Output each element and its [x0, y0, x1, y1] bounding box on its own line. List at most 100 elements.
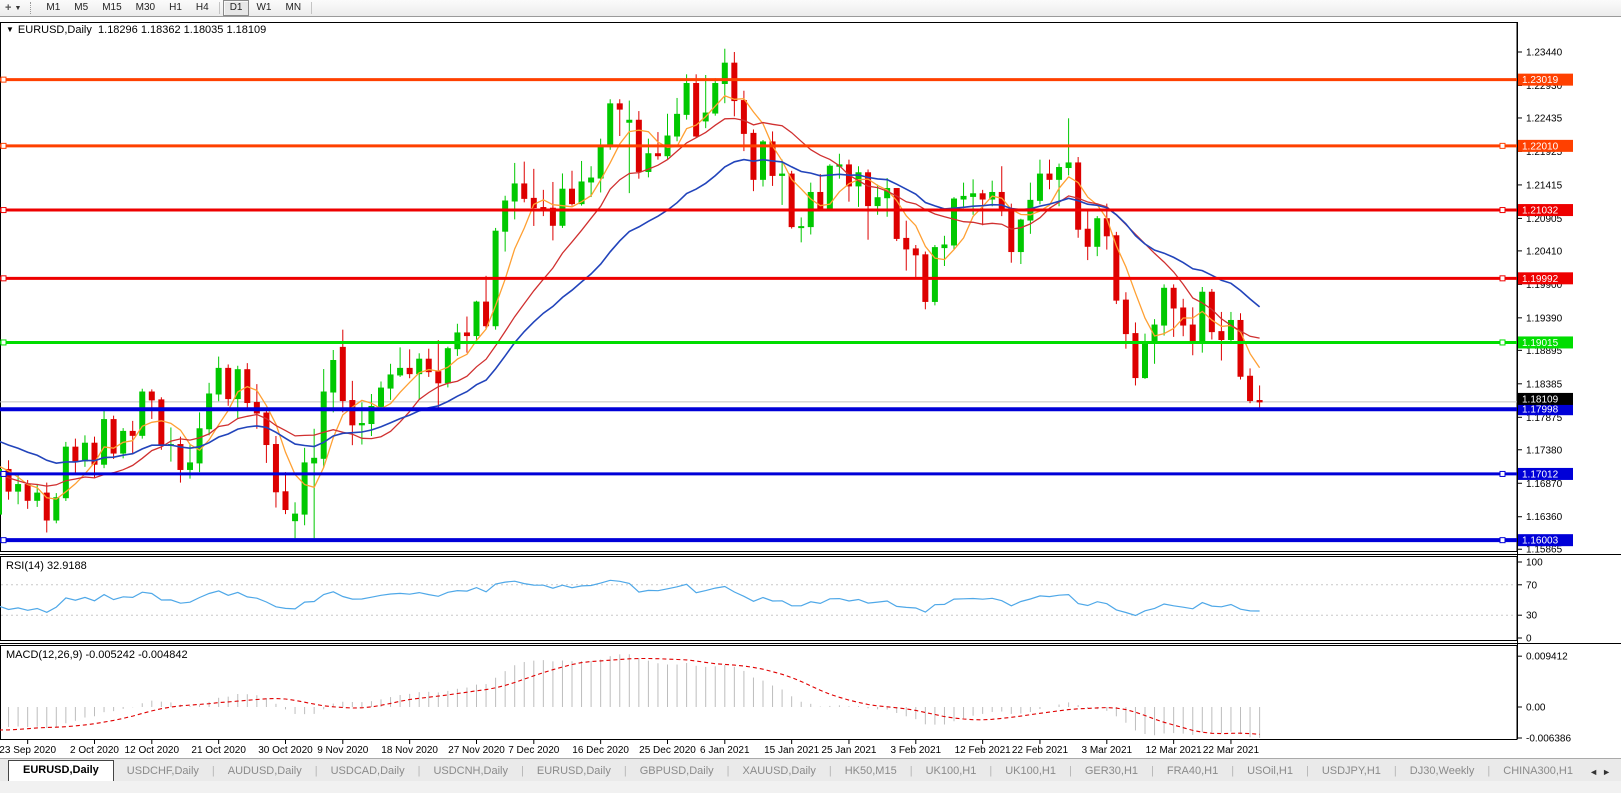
candle-bear — [913, 245, 918, 278]
chart-tab-usdcad-daily[interactable]: USDCAD,Daily — [318, 762, 418, 781]
hline-handle[interactable] — [1500, 471, 1505, 476]
date-label: 15 Jan 2021 — [764, 745, 819, 756]
macd-panel: 0.0094120.00-0.006386 — [0, 652, 1571, 745]
svg-text:1.19992: 1.19992 — [1522, 274, 1559, 285]
tab-scroll-right-icon[interactable]: ► — [1602, 767, 1615, 777]
svg-text:1.17012: 1.17012 — [1522, 469, 1559, 480]
tab-scroll-left-icon[interactable]: ◄ — [1589, 767, 1602, 777]
svg-text:1.16003: 1.16003 — [1522, 536, 1559, 547]
chart-tab-xauusd-daily[interactable]: XAUUSD,Daily — [730, 762, 829, 781]
candle-bull — [675, 98, 680, 141]
timeframe-button-h4[interactable]: H4 — [189, 0, 216, 16]
timeframe-button-mn[interactable]: MN — [278, 0, 308, 16]
chevron-down-icon[interactable]: ▼ — [14, 5, 21, 12]
chart-tab-uk100-h1[interactable]: UK100,H1 — [913, 762, 990, 781]
svg-text:0: 0 — [1526, 634, 1532, 645]
chart-area[interactable]: 1.234401.229301.224351.219251.214151.209… — [0, 17, 1621, 758]
chart-tab-ger30-h1[interactable]: GER30,H1 — [1072, 762, 1151, 781]
ma-slow-line[interactable] — [0, 160, 1260, 464]
timeframe-button-m15[interactable]: M15 — [95, 0, 128, 16]
svg-text:1.17998: 1.17998 — [1522, 405, 1559, 416]
rsi-indicator-label: RSI(14) 32.9188 — [6, 560, 87, 572]
candle-bull — [82, 435, 87, 467]
candle-bear — [770, 131, 775, 185]
ma-mid-line[interactable] — [0, 119, 1260, 487]
chart-tab-eurusd-daily[interactable]: EURUSD,Daily — [524, 762, 624, 781]
candle-bear — [522, 162, 527, 203]
hline-1.22010[interactable] — [0, 143, 1517, 148]
status-bar — [0, 781, 1621, 793]
hline-1.21032[interactable] — [0, 208, 1517, 213]
candle-bull — [932, 245, 937, 305]
chart-tab-hk50-m15[interactable]: HK50,M15 — [832, 762, 910, 781]
date-label: 7 Dec 2020 — [508, 745, 560, 756]
rsi-line[interactable] — [0, 580, 1260, 615]
price-tag-1.23019: 1.23019 — [1518, 74, 1573, 87]
chart-tab-usdjpy-h1[interactable]: USDJPY,H1 — [1309, 762, 1394, 781]
candle-bear — [617, 99, 622, 136]
hline-handle[interactable] — [1500, 143, 1505, 148]
hline-handle[interactable] — [1500, 276, 1505, 281]
date-label: 6 Jan 2021 — [700, 745, 750, 756]
price-tag-1.21032: 1.21032 — [1518, 204, 1573, 217]
hline-handle[interactable] — [1500, 208, 1505, 213]
candle-bear — [1257, 385, 1262, 410]
svg-text:1.22435: 1.22435 — [1526, 113, 1563, 124]
chart-symbol-label: EURUSD,Daily — [18, 24, 92, 36]
candle-bull — [302, 448, 307, 525]
candle-bull — [102, 410, 107, 468]
chart-tab-gbpusd-daily[interactable]: GBPUSD,Daily — [627, 762, 727, 781]
timeframe-button-m30[interactable]: M30 — [129, 0, 162, 16]
chart-tab-eurusd-daily[interactable]: EURUSD,Daily — [8, 760, 114, 781]
chart-tab-dj30-weekly[interactable]: DJ30,Weekly — [1397, 762, 1488, 781]
hline-handle[interactable] — [1500, 538, 1505, 543]
chart-tab-usoil-h1[interactable]: USOil,H1 — [1234, 762, 1306, 781]
hline-handle[interactable] — [1500, 340, 1505, 345]
hline-1.19015[interactable] — [0, 340, 1517, 345]
candle-bear — [1238, 313, 1243, 379]
date-label: 3 Mar 2021 — [1082, 745, 1133, 756]
date-label: 12 Oct 2020 — [125, 745, 180, 756]
date-label: 3 Feb 2021 — [890, 745, 941, 756]
hline-handle[interactable] — [1, 77, 6, 82]
hline-1.23019[interactable] — [0, 77, 1517, 82]
cursor-tool-button[interactable]: + ▼ — [0, 0, 24, 16]
chart-tab-china300-h1[interactable]: CHINA300,H1 — [1490, 762, 1586, 781]
tab-scroll-arrows[interactable]: ◄► — [1589, 767, 1615, 781]
hline-1.19992[interactable] — [0, 276, 1517, 281]
date-label: 22 Feb 2021 — [1012, 745, 1069, 756]
candle-bear — [111, 416, 116, 459]
hline-1.17012[interactable] — [0, 471, 1517, 476]
chart-tab-usdchf-daily[interactable]: USDCHF,Daily — [114, 762, 212, 781]
hline-handle[interactable] — [1, 276, 6, 281]
timeframe-button-h1[interactable]: H1 — [162, 0, 189, 16]
candle-bear — [570, 171, 575, 206]
timeframe-button-d1[interactable]: D1 — [223, 0, 250, 16]
candle-bear — [426, 349, 431, 377]
chart-tab-audusd-daily[interactable]: AUDUSD,Daily — [215, 762, 315, 781]
chart-tab-fra40-h1[interactable]: FRA40,H1 — [1154, 762, 1231, 781]
candle-bear — [846, 160, 851, 202]
toolbar-grip-handle[interactable] — [30, 2, 35, 14]
hline-handle[interactable] — [1, 143, 6, 148]
hline-handle[interactable] — [1, 340, 6, 345]
candle-bull — [398, 347, 403, 377]
candle-bear — [159, 397, 164, 450]
date-label: 30 Oct 2020 — [258, 745, 313, 756]
hline-handle[interactable] — [1, 208, 6, 213]
hline-handle[interactable] — [1, 471, 6, 476]
timeframe-button-m5[interactable]: M5 — [67, 0, 95, 16]
rsi-panel: 10070300 — [0, 558, 1543, 645]
hline-handle[interactable] — [1, 538, 6, 543]
chart-tab-usdcnh-daily[interactable]: USDCNH,Daily — [420, 762, 521, 781]
chart-tab-bar: EURUSD,DailyUSDCHF,Daily|AUDUSD,Daily|US… — [0, 758, 1621, 781]
candle-bull — [1095, 216, 1100, 256]
candle-bull — [856, 166, 861, 207]
timeframe-button-w1[interactable]: W1 — [249, 0, 278, 16]
hline-1.16003[interactable] — [0, 538, 1517, 543]
chart-tab-uk100-h1[interactable]: UK100,H1 — [992, 762, 1069, 781]
timeframe-button-m1[interactable]: M1 — [39, 0, 67, 16]
candle-bull — [560, 173, 565, 227]
date-axis: 23 Sep 20202 Oct 202012 Oct 202021 Oct 2… — [0, 740, 1259, 756]
date-label: 2 Oct 2020 — [70, 745, 119, 756]
